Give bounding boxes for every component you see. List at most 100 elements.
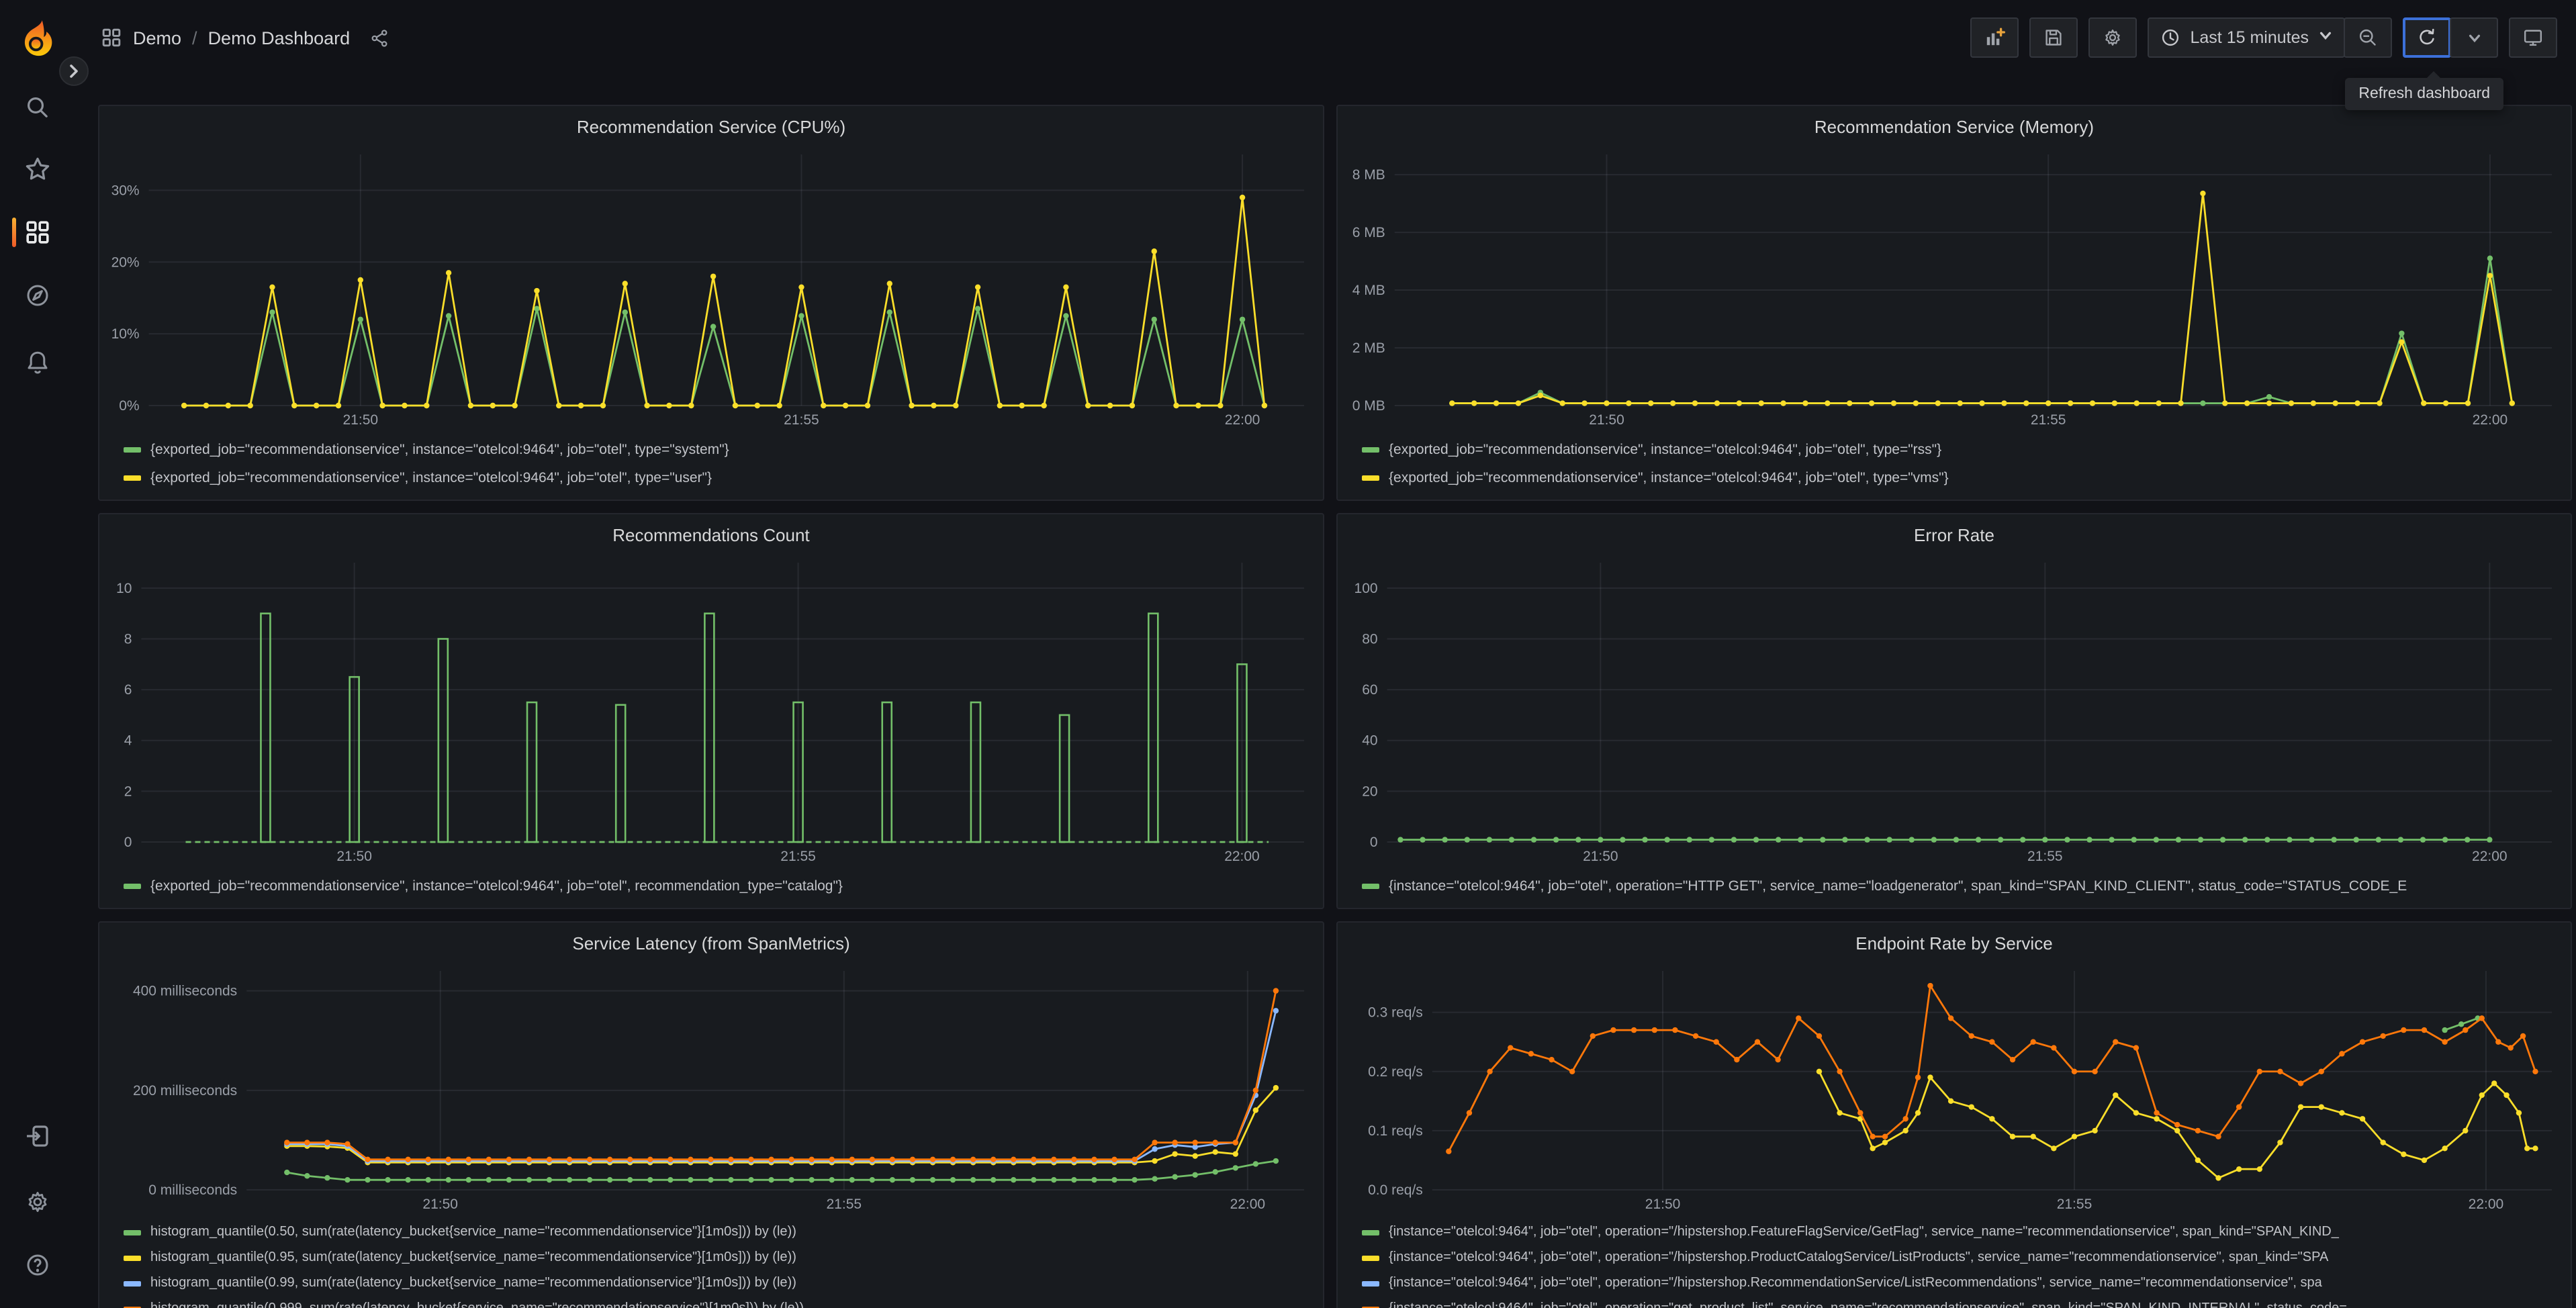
legend-item[interactable]: {instance="otelcol:9464", job="otel", op… (1362, 1270, 2560, 1296)
panel-error-rate: Error Rate 0 20 40 60 80 100 21:50 21:55 22:00 {… (1336, 513, 2572, 909)
toolbar: Last 15 minutes (1970, 17, 2557, 58)
svg-text:20%: 20% (111, 254, 140, 270)
sidebar-item-search[interactable] (0, 83, 74, 132)
grafana-logo[interactable] (15, 17, 59, 63)
sidebar-item-starred[interactable] (0, 145, 74, 193)
legend-swatch (124, 1229, 141, 1235)
sidebar-expand-button[interactable] (59, 56, 89, 86)
monitor-icon (2524, 30, 2542, 46)
sidebar-item-alerting[interactable] (0, 338, 74, 387)
save-icon (2045, 30, 2062, 46)
save-dashboard-button[interactable] (2029, 17, 2078, 58)
svg-text:21:55: 21:55 (2027, 849, 2063, 864)
panel-title[interactable]: Service Latency (from SpanMetrics) (110, 931, 1312, 960)
gear-icon (28, 1192, 46, 1212)
panel-service-latency: Service Latency (from SpanMetrics) 0 mil… (98, 921, 1324, 1308)
cycle-view-mode-button[interactable] (2509, 17, 2557, 58)
panel-title[interactable]: Recommendation Service (Memory) (1348, 114, 2560, 144)
sidebar-item-help[interactable] (0, 1241, 74, 1289)
panel-recommendation-cpu: Recommendation Service (CPU%) 0% 10% 20% 30… (98, 105, 1324, 501)
active-indicator (12, 218, 16, 247)
legend-label: histogram_quantile(0.50, sum(rate(latenc… (150, 1225, 796, 1240)
panel-recommendation-memory: Recommendation Service (Memory) 0 MB 2 MB… (1336, 105, 2572, 501)
svg-text:4 MB: 4 MB (1352, 283, 1385, 298)
chart-error-rate[interactable]: 0 20 40 60 80 100 21:50 21:55 22:00 (1348, 552, 2560, 869)
chart-recommendation-memory[interactable]: 0 MB 2 MB 4 MB 6 MB 8 MB 21:50 21:55 22:00 (1348, 144, 2560, 432)
legend-item[interactable]: {exported_job="recommendationservice", i… (1362, 463, 2560, 492)
panel-title[interactable]: Recommendation Service (CPU%) (110, 114, 1312, 144)
legend-item[interactable]: {instance="otelcol:9464", job="otel", op… (1362, 1245, 2560, 1270)
time-range-label: Last 15 minutes (2190, 28, 2309, 47)
sidebar-item-explore[interactable] (0, 271, 74, 320)
chart-endpoint-rate[interactable]: 0.0 req/s 0.1 req/s 0.2 req/s 0.3 req/s 21:5… (1348, 960, 2560, 1217)
svg-text:100: 100 (1354, 581, 1378, 596)
svg-text:0.1 req/s: 0.1 req/s (1368, 1123, 1423, 1139)
svg-text:0: 0 (1370, 835, 1378, 850)
refresh-controls (2403, 17, 2498, 58)
legend: {exported_job="recommendationservice", i… (110, 869, 1312, 900)
breadcrumb-folder[interactable]: Demo (133, 28, 181, 48)
legend-item[interactable]: {instance="otelcol:9464", job="otel", op… (1362, 1219, 2560, 1245)
sidebar-item-dashboards[interactable] (0, 208, 74, 256)
dashboard-grid: Recommendation Service (CPU%) 0% 10% 20% 30… (98, 105, 2576, 1308)
legend-swatch (1362, 447, 1379, 452)
search-icon (27, 97, 47, 118)
legend-label: {exported_job="recommendationservice", i… (150, 878, 843, 894)
star-icon (25, 157, 49, 180)
svg-text:21:50: 21:50 (343, 412, 379, 428)
legend-swatch (124, 1255, 141, 1260)
svg-text:2 MB: 2 MB (1352, 340, 1385, 356)
sidebar-item-sign-in[interactable] (0, 1112, 74, 1160)
grafana-app: Demo / Demo Dashboard Last 15 minutes Re… (0, 0, 2576, 1308)
tooltip-arrow (2426, 71, 2442, 79)
legend: {exported_job="recommendationservice", i… (110, 432, 1312, 492)
legend-item[interactable]: histogram_quantile(0.99, sum(rate(latenc… (124, 1270, 1312, 1296)
svg-text:8 MB: 8 MB (1352, 167, 1385, 183)
dashboards-grid-icon (26, 221, 48, 244)
zoom-out-time-button[interactable] (2344, 17, 2392, 58)
legend-swatch (1362, 475, 1379, 480)
panel-title[interactable]: Error Rate (1348, 522, 2560, 552)
panel-title[interactable]: Recommendations Count (110, 522, 1312, 552)
chart-service-latency[interactable]: 0 milliseconds 200 milliseconds 400 millis… (110, 960, 1312, 1217)
share-dashboard-button[interactable] (369, 28, 389, 48)
dashboard-settings-button[interactable] (2088, 17, 2137, 58)
legend-item[interactable]: histogram_quantile(0.50, sum(rate(latenc… (124, 1219, 1312, 1245)
legend-item[interactable]: {exported_job="recommendationservice", i… (124, 463, 1312, 492)
legend-item[interactable]: histogram_quantile(0.95, sum(rate(latenc… (124, 1245, 1312, 1270)
add-panel-button[interactable] (1970, 17, 2019, 58)
legend-item[interactable]: {exported_job="recommendationservice", i… (124, 872, 1312, 900)
legend-item[interactable]: {instance="otelcol:9464", job="otel", op… (1362, 1296, 2560, 1308)
dashboard-apps-icon (101, 27, 122, 48)
svg-text:4: 4 (124, 733, 132, 749)
svg-text:21:50: 21:50 (1589, 412, 1624, 428)
svg-text:21:55: 21:55 (780, 849, 816, 864)
legend-item[interactable]: histogram_quantile(0.999, sum(rate(laten… (124, 1296, 1312, 1308)
help-circle-icon (26, 1254, 48, 1276)
chevron-down-icon (2468, 34, 2480, 42)
time-range-picker[interactable]: Last 15 minutes (2147, 17, 2345, 58)
legend-label: histogram_quantile(0.99, sum(rate(latenc… (150, 1276, 796, 1291)
svg-text:22:00: 22:00 (2469, 1197, 2504, 1212)
legend-item[interactable]: {exported_job="recommendationservice", i… (1362, 435, 2560, 463)
svg-text:22:00: 22:00 (1225, 412, 1260, 428)
legend-label: {exported_job="recommendationservice", i… (1389, 469, 1949, 485)
legend-item[interactable]: {exported_job="recommendationservice", i… (124, 435, 1312, 463)
legend-label: {exported_job="recommendationservice", i… (1389, 441, 1942, 457)
svg-text:10: 10 (116, 581, 132, 596)
legend-swatch (124, 1280, 141, 1286)
refresh-tooltip: Refresh dashboard (2345, 71, 2503, 110)
svg-text:21:50: 21:50 (422, 1197, 458, 1212)
sidebar-item-server-admin[interactable] (0, 1178, 74, 1226)
breadcrumb-dashboard-title[interactable]: Demo Dashboard (208, 28, 351, 48)
chart-recommendation-cpu[interactable]: 0% 10% 20% 30% 21:50 21:55 22:00 (110, 144, 1312, 432)
refresh-interval-dropdown[interactable] (2450, 17, 2498, 58)
legend-label: {exported_job="recommendationservice", i… (150, 441, 729, 457)
legend-swatch (124, 475, 141, 480)
legend-item[interactable]: {instance="otelcol:9464", job="otel", op… (1362, 872, 2560, 900)
chart-recommendations-count[interactable]: 0 2 4 6 8 10 21:50 21:55 22:00 (110, 552, 1312, 869)
refresh-dashboard-button[interactable] (2403, 17, 2451, 58)
legend-label: {instance="otelcol:9464", job="otel", op… (1389, 878, 2407, 894)
panel-title[interactable]: Endpoint Rate by Service (1348, 931, 2560, 960)
svg-text:10%: 10% (111, 326, 140, 342)
